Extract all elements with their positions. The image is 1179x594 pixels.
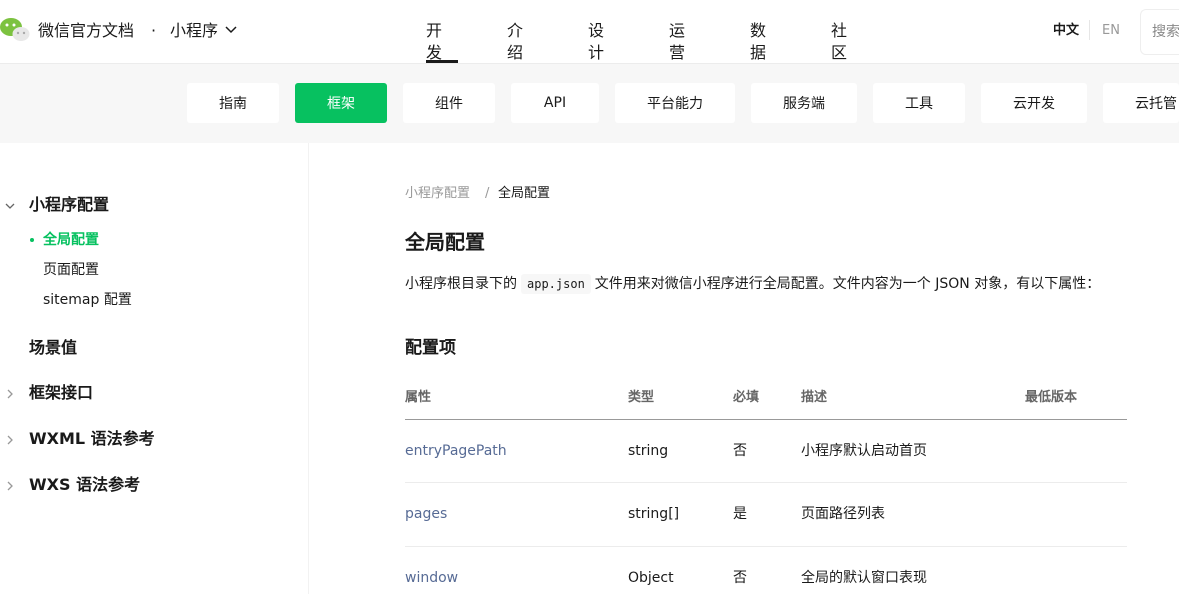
lang-divider bbox=[1089, 20, 1090, 40]
table-cell-required: 是 bbox=[733, 506, 747, 522]
inline-code: app.json bbox=[521, 274, 591, 294]
nav-operation[interactable]: 运营 bbox=[669, 20, 685, 64]
table-row-divider bbox=[405, 546, 1127, 547]
table-header-min-version: 最低版本 bbox=[1025, 390, 1078, 405]
sidebar-item-page-config[interactable]: 页面配置 bbox=[43, 260, 99, 280]
chevron-down-icon[interactable] bbox=[4, 200, 16, 212]
brand-separator: · bbox=[151, 21, 157, 40]
subnav-server[interactable]: 服务端 bbox=[751, 83, 857, 123]
breadcrumb-current: 全局配置 bbox=[498, 186, 551, 201]
active-nav-indicator bbox=[426, 60, 458, 63]
intro-text-after: 文件用来对微信小程序进行全局配置。文件内容为一个 JSON 对象，有以下属性： bbox=[594, 276, 1101, 292]
subnav-components[interactable]: 组件 bbox=[403, 83, 495, 123]
subnav-tools[interactable]: 工具 bbox=[873, 83, 965, 123]
nav-design[interactable]: 设计 bbox=[588, 20, 604, 64]
table-cell-desc: 页面路径列表 bbox=[801, 506, 885, 522]
table-cell-required: 否 bbox=[733, 570, 747, 586]
table-cell-attr[interactable]: window bbox=[405, 568, 458, 588]
table-cell-required: 否 bbox=[733, 443, 747, 459]
top-header: 微信官方文档 · 小程序 开发 介绍 设计 运营 数据 社区 中文 EN 搜索 bbox=[0, 0, 1179, 64]
chevron-down-icon[interactable] bbox=[224, 23, 238, 37]
sidebar-item-sitemap-config[interactable]: sitemap 配置 bbox=[43, 290, 132, 310]
table-header-attr: 属性 bbox=[405, 390, 432, 405]
table-header-desc: 描述 bbox=[801, 390, 828, 405]
table-header-divider bbox=[405, 419, 1127, 420]
table-row-divider bbox=[405, 482, 1127, 483]
table-cell-type: string bbox=[628, 443, 669, 459]
table-cell-desc: 小程序默认启动首页 bbox=[801, 443, 927, 459]
page-title: 全局配置 bbox=[405, 230, 485, 254]
chevron-right-icon[interactable] bbox=[4, 434, 16, 446]
table-cell-desc: 全局的默认窗口表现 bbox=[801, 570, 927, 586]
table-cell-type: string[] bbox=[628, 506, 680, 522]
sidebar-group-wxs[interactable]: WXS 语法参考 bbox=[29, 474, 140, 496]
sidebar-group-framework-api[interactable]: 框架接口 bbox=[29, 382, 93, 404]
subnav-cloud-hosting[interactable]: 云托管 bbox=[1103, 83, 1179, 123]
sidebar-group-scene[interactable]: 场景值 bbox=[29, 337, 77, 359]
product-switcher[interactable]: 小程序 bbox=[170, 20, 218, 42]
breadcrumb-parent[interactable]: 小程序配置 bbox=[405, 185, 470, 203]
subnav-api[interactable]: API bbox=[511, 83, 599, 123]
intro-text-before: 小程序根目录下的 bbox=[405, 276, 517, 292]
subnav-framework[interactable]: 框架 bbox=[295, 83, 387, 123]
table-header-type: 类型 bbox=[628, 390, 655, 405]
sidebar-group-wxml[interactable]: WXML 语法参考 bbox=[29, 428, 155, 450]
chevron-right-icon[interactable] bbox=[4, 480, 16, 492]
lang-chinese[interactable]: 中文 bbox=[1053, 22, 1079, 40]
chevron-right-icon[interactable] bbox=[4, 388, 16, 400]
nav-develop[interactable]: 开发 bbox=[426, 20, 442, 64]
wechat-logo-icon[interactable] bbox=[0, 17, 30, 43]
subnav-guide[interactable]: 指南 bbox=[187, 83, 279, 123]
sidebar-group-config[interactable]: 小程序配置 bbox=[29, 194, 109, 216]
table-header-required: 必填 bbox=[733, 390, 760, 405]
nav-community[interactable]: 社区 bbox=[831, 20, 847, 64]
section-title: 配置项 bbox=[405, 338, 456, 358]
intro-paragraph: 小程序根目录下的 app.json 文件用来对微信小程序进行全局配置。文件内容为一个… bbox=[405, 273, 1100, 295]
sidebar-item-global-config[interactable]: 全局配置 bbox=[43, 230, 99, 250]
table-cell-type: Object bbox=[628, 570, 674, 586]
search-placeholder: 搜索 bbox=[1152, 24, 1179, 40]
lang-english[interactable]: EN bbox=[1102, 22, 1120, 40]
table-cell-attr[interactable]: pages bbox=[405, 504, 447, 524]
table-cell-attr[interactable]: entryPagePath bbox=[405, 441, 507, 461]
breadcrumb-separator: / bbox=[485, 186, 490, 201]
subnav-cloud-dev[interactable]: 云开发 bbox=[981, 83, 1087, 123]
nav-intro[interactable]: 介绍 bbox=[507, 20, 523, 64]
nav-data[interactable]: 数据 bbox=[750, 20, 766, 64]
brand-title[interactable]: 微信官方文档 bbox=[38, 20, 134, 42]
search-input[interactable]: 搜索 bbox=[1140, 9, 1179, 55]
active-item-dot bbox=[30, 238, 34, 242]
subnav-platform[interactable]: 平台能力 bbox=[615, 83, 735, 123]
